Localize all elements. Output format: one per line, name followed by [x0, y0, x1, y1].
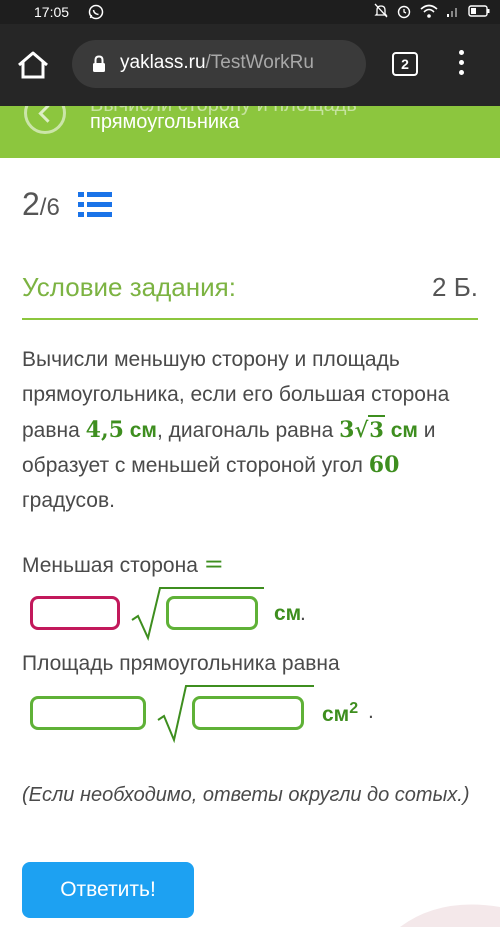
side-radicand-input[interactable]	[166, 596, 258, 630]
area-coef-input[interactable]	[30, 696, 146, 730]
status-bar: 17:05	[0, 0, 500, 24]
list-icon[interactable]	[78, 190, 112, 220]
side-coef-input[interactable]	[30, 596, 120, 630]
condition-title: Условие задания:	[22, 272, 236, 302]
address-bar[interactable]: yaklass.ru/TestWorkRu	[72, 40, 366, 88]
home-icon[interactable]	[16, 50, 50, 80]
task-counter: 2 / 6	[22, 186, 60, 223]
unit-cm: см	[274, 602, 302, 625]
wifi-icon	[420, 4, 438, 18]
status-icons	[374, 3, 490, 19]
status-time: 17:05	[34, 4, 70, 20]
rounding-note: (Если необходимо, ответы округли до соты…	[22, 784, 470, 806]
answer-label-side: Меньшая сторона =	[22, 550, 224, 578]
answer-label-area: Площадь прямоугольника равна	[22, 652, 340, 675]
header-title: прямоугольника	[90, 111, 240, 133]
browser-toolbar: yaklass.ru/TestWorkRu 2	[0, 24, 500, 106]
diagonal-sqrt: √3	[354, 415, 385, 442]
problem-text: Вычисли меньшую сторону и площадь прямоу…	[22, 348, 450, 512]
counter-separator: /	[39, 194, 47, 221]
more-icon[interactable]	[452, 50, 470, 78]
side-value: 4,5	[85, 417, 124, 443]
diagonal-coef: 3	[339, 417, 355, 443]
battery-icon	[468, 5, 490, 17]
angle-value: 60	[368, 452, 400, 478]
lesson-header: Вычисли сторону и площадь прямоугольника	[0, 106, 500, 158]
trailing-dot: .	[300, 602, 306, 625]
decoration	[400, 904, 500, 927]
tabs-icon[interactable]: 2	[392, 52, 418, 76]
submit-button[interactable]: Ответить!	[22, 862, 194, 918]
unit-cm2: см2	[322, 700, 359, 726]
divider	[22, 318, 478, 320]
points-badge: 2 Б.	[432, 272, 478, 302]
counter-current: 2	[22, 186, 40, 222]
alarm-off-icon	[374, 3, 388, 18]
trailing-dot: .	[368, 700, 374, 723]
whatsapp-icon	[88, 4, 104, 20]
signal-icon	[447, 8, 457, 17]
url-text: yaklass.ru/TestWorkRu	[120, 52, 314, 73]
area-radicand-input[interactable]	[192, 696, 304, 730]
alarm-icon	[397, 5, 411, 19]
lock-icon	[93, 55, 105, 72]
back-icon[interactable]	[24, 106, 66, 134]
counter-total: 6	[46, 194, 60, 221]
